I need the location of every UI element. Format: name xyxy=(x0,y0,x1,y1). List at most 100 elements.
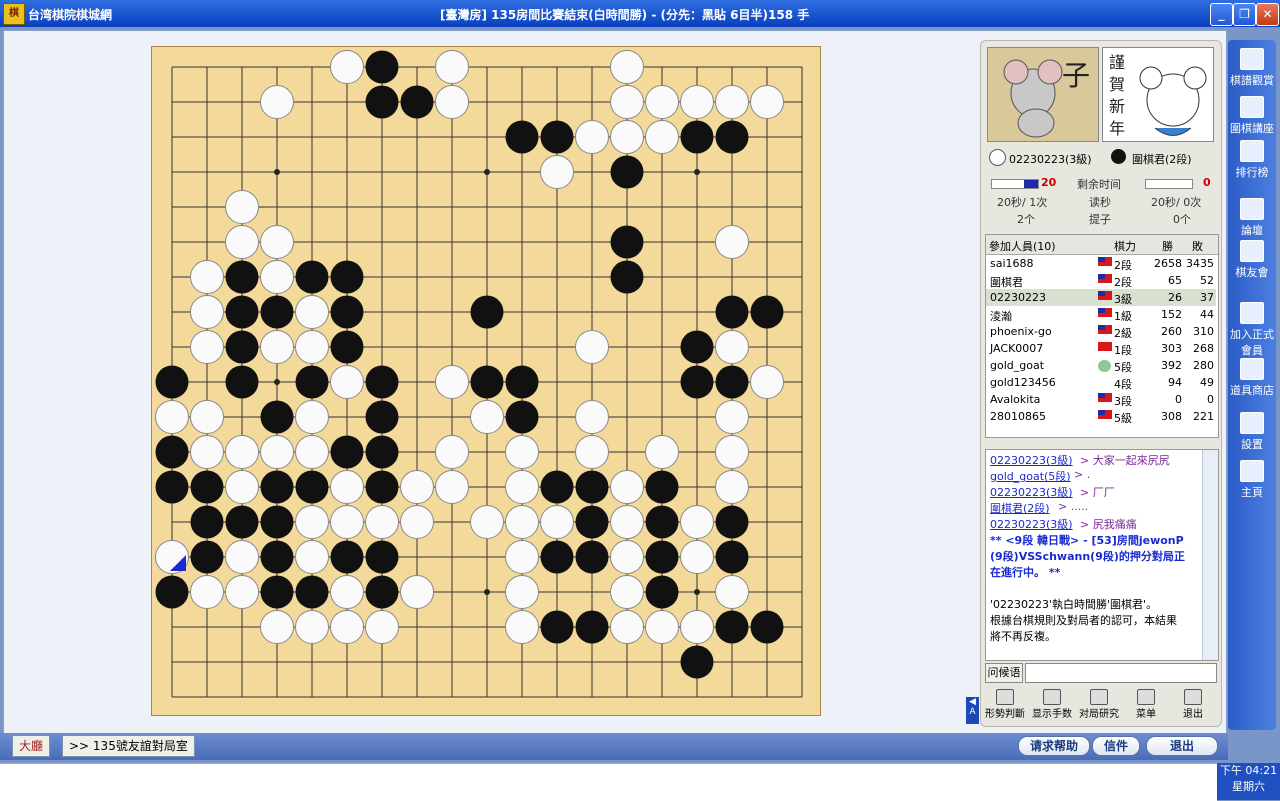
rightbar-join-button[interactable]: 加入正式會員 xyxy=(1228,302,1276,358)
greeting-button[interactable]: 问候语 xyxy=(985,663,1023,683)
participant-row[interactable]: 28010865 5級 308 221 xyxy=(986,408,1216,425)
black-stone xyxy=(190,540,224,574)
exit-icon xyxy=(1184,689,1202,705)
participant-rank: 2級 xyxy=(1114,327,1132,340)
white-stone xyxy=(190,435,224,469)
black-stone xyxy=(190,470,224,504)
study-icon xyxy=(1090,689,1108,705)
rightbar-club-button[interactable]: 棋友會 xyxy=(1228,240,1276,280)
chat-username[interactable]: 02230223(3級) xyxy=(990,484,1073,500)
white-stone xyxy=(400,470,434,504)
participant-row[interactable]: Avalokita 3段 0 0 xyxy=(986,391,1216,408)
participant-row[interactable]: JACK0007 1段 303 268 xyxy=(986,340,1216,357)
rightbar-tv-button[interactable]: 圍棋講座 xyxy=(1228,96,1276,136)
board-icon xyxy=(1240,48,1264,70)
chat-notice-line[interactable]: (9段)VSSchwann(9段)的押分對局正 xyxy=(990,548,1185,564)
white-stone xyxy=(260,260,294,294)
participants-list[interactable]: 參加人員(10) 棋力 勝 敗 sai1688 2段 2658 3435 圍棋君 2段 65… xyxy=(985,234,1219,438)
chat-notice-line[interactable]: ** <9段 韓日戰> - [53]房間jewonP xyxy=(990,532,1184,548)
white-stone xyxy=(435,365,469,399)
tool-label: 菜单 xyxy=(1136,709,1156,720)
black-stone xyxy=(680,365,714,399)
participant-wins: 308 xyxy=(1161,410,1182,423)
participant-row[interactable]: gold_goat 5段 392 280 xyxy=(986,357,1216,374)
flag-icon xyxy=(1098,410,1112,419)
white-stone xyxy=(435,50,469,84)
participant-rank: 1段 xyxy=(1114,344,1132,357)
win-header[interactable]: 勝 xyxy=(1162,238,1173,254)
black-stone xyxy=(540,120,574,154)
participant-rank: 5級 xyxy=(1114,412,1132,425)
black-stone xyxy=(225,330,259,364)
rightbar-forum-button[interactable]: 論壇 xyxy=(1228,198,1276,238)
tool-menu-button[interactable]: 菜单 xyxy=(1124,687,1168,721)
flag-icon xyxy=(1098,257,1112,266)
rightbar-label: 排行榜 xyxy=(1235,166,1269,179)
black-stone xyxy=(645,470,679,504)
rightbar-settings-button[interactable]: 設置 xyxy=(1228,412,1276,452)
tool-move-number-button[interactable]: 显示手数 xyxy=(1030,687,1074,721)
tool-exit-button[interactable]: 退出 xyxy=(1171,687,1215,721)
white-stone xyxy=(610,85,644,119)
help-button[interactable]: 请求帮助 xyxy=(1018,736,1090,756)
white-stone xyxy=(680,505,714,539)
white-stone xyxy=(225,225,259,259)
black-stone xyxy=(260,400,294,434)
chat-notice-line[interactable]: 在進行中。 ** xyxy=(990,564,1060,580)
participant-row[interactable]: 圍棋君 2段 65 52 xyxy=(986,272,1216,289)
rightbar-shop-button[interactable]: 道具商店 xyxy=(1228,358,1276,398)
chat-username[interactable]: gold_goat(5段) xyxy=(990,468,1071,484)
maximize-button[interactable]: ❐ xyxy=(1233,3,1256,26)
rightbar-label: 設置 xyxy=(1241,438,1263,451)
go-board[interactable] xyxy=(151,46,821,716)
participant-row[interactable]: 02230223 3級 26 37 xyxy=(986,289,1216,306)
star-point xyxy=(484,589,490,595)
black-stone xyxy=(330,435,364,469)
chat-username[interactable]: 02230223(3級) xyxy=(990,516,1073,532)
title-bar: 棋 台湾棋院棋城網 [臺灣房] 135房間比賽結束(白時間勝) - (分先：黑貼… xyxy=(0,0,1280,27)
participant-row[interactable]: phoenix-go 2級 260 310 xyxy=(986,323,1216,340)
chat-log[interactable]: 02230223(3級) > 大家一起來尻尻 gold_goat(5段) > . 022… xyxy=(985,449,1219,661)
white-stone xyxy=(470,400,504,434)
rightbar-board-button[interactable]: 棋譜觀賞 xyxy=(1228,48,1276,88)
participant-rank: 3級 xyxy=(1114,293,1132,306)
chat-input[interactable] xyxy=(1025,663,1217,683)
rightbar-home-button[interactable]: 主頁 xyxy=(1228,460,1276,500)
white-stone xyxy=(715,330,749,364)
star-point xyxy=(484,169,490,175)
chat-scrollbar[interactable] xyxy=(1202,450,1218,660)
rank-header[interactable]: 棋力 xyxy=(1114,238,1136,254)
participant-rank: 4段 xyxy=(1114,378,1132,391)
participant-wins: 65 xyxy=(1168,274,1182,287)
black-stone xyxy=(575,470,609,504)
menu-icon xyxy=(1137,689,1155,705)
tab-lobby[interactable]: 大廳 xyxy=(12,735,51,757)
tool-study-button[interactable]: 对局研究 xyxy=(1077,687,1121,721)
participants-header: 參加人員(10) 棋力 勝 敗 xyxy=(986,235,1218,255)
tab-room-135[interactable]: >> 135號友誼對局室 xyxy=(62,735,195,757)
participant-row[interactable]: sai1688 2段 2658 3435 xyxy=(986,255,1216,272)
participant-row[interactable]: 淩瀚 1級 152 44 xyxy=(986,306,1216,323)
participant-row[interactable]: gold123456 4段 94 49 xyxy=(986,374,1216,391)
black-stone xyxy=(295,575,329,609)
mail-button[interactable]: 信件 xyxy=(1092,736,1140,756)
bottom-bar: 大廳 >> 135號友誼對局室 请求帮助 信件 退出 xyxy=(0,733,1228,760)
close-button[interactable]: ✕ xyxy=(1256,3,1279,26)
minimize-button[interactable]: _ xyxy=(1210,3,1233,26)
white-stone xyxy=(260,85,294,119)
participants-count-header[interactable]: 參加人員(10) xyxy=(989,238,1056,254)
player-names: 02230223(3級) 圍棋君(2段) xyxy=(987,147,1215,169)
black-stone xyxy=(575,505,609,539)
white-stone xyxy=(610,120,644,154)
participant-wins: 2658 xyxy=(1154,257,1182,270)
go-board-svg[interactable] xyxy=(152,47,822,717)
collapse-panel-button[interactable]: ◀ A xyxy=(966,697,979,724)
loss-header[interactable]: 敗 xyxy=(1192,238,1203,254)
chat-username[interactable]: 圍棋君(2段) xyxy=(990,500,1050,516)
tool-judge-button[interactable]: 形勢判斷 xyxy=(983,687,1027,721)
white-stone xyxy=(610,610,644,644)
black-stone xyxy=(225,365,259,399)
exit-button[interactable]: 退出 xyxy=(1146,736,1218,756)
rightbar-ranking-button[interactable]: 排行榜 xyxy=(1228,140,1276,180)
chat-username[interactable]: 02230223(3級) xyxy=(990,452,1073,468)
